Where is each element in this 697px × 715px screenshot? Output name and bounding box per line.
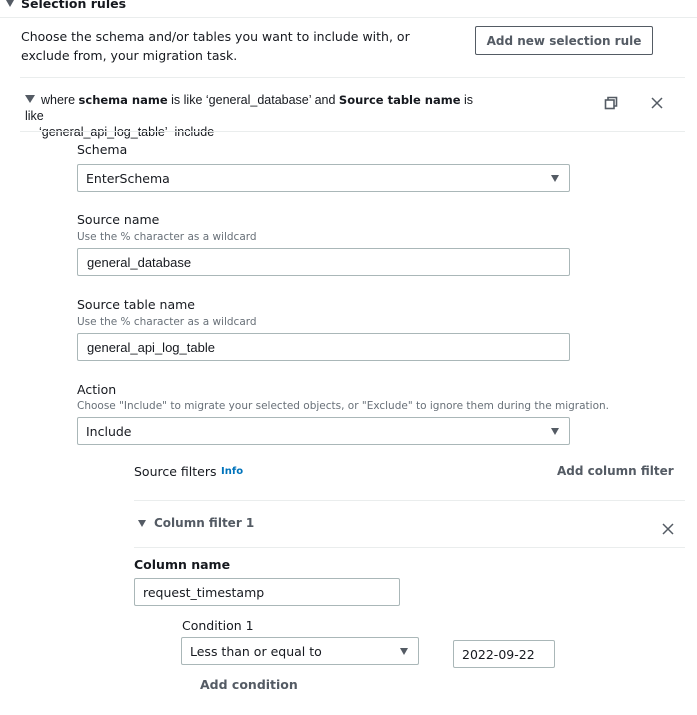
column-filter-1-header[interactable]: Column filter 1 xyxy=(138,516,254,530)
condition-value-input[interactable]: 2022-09-22 xyxy=(453,640,555,668)
copy-icon[interactable] xyxy=(604,96,618,110)
divider xyxy=(134,547,685,548)
source-table-name-hint: Use the % character as a wildcard xyxy=(77,316,257,328)
source-table-name-input[interactable]: general_api_log_table xyxy=(77,333,570,361)
source-filters-label: Source filters xyxy=(134,464,217,479)
column-name-input[interactable]: request_timestamp xyxy=(134,578,400,606)
add-column-filter-button[interactable]: Add column filter xyxy=(557,464,674,478)
caret-down-icon xyxy=(6,0,14,7)
caret-down-icon xyxy=(551,427,559,435)
schema-label: Schema xyxy=(77,142,128,157)
close-icon[interactable] xyxy=(661,522,675,536)
info-link[interactable]: Info xyxy=(221,466,243,477)
source-name-label: Source name xyxy=(77,212,160,227)
close-icon[interactable] xyxy=(650,96,664,110)
divider xyxy=(20,77,685,78)
source-table-name-label: Source table name xyxy=(77,297,195,312)
column-name-label: Column name xyxy=(134,557,231,572)
caret-down-icon xyxy=(25,95,35,103)
caret-down-icon xyxy=(551,174,559,182)
add-condition-button[interactable]: Add condition xyxy=(200,677,298,692)
schema-select[interactable]: EnterSchema xyxy=(77,164,570,192)
caret-down-icon xyxy=(400,647,408,655)
condition-label: Condition 1 xyxy=(182,618,254,633)
section-title: Selection rules xyxy=(21,0,127,11)
add-new-selection-rule-button[interactable]: Add new selection rule xyxy=(475,26,653,55)
schema-key: schema name xyxy=(78,93,168,107)
caret-down-icon xyxy=(138,519,146,527)
condition-operator-select[interactable]: Less than or equal to xyxy=(181,637,419,665)
divider xyxy=(20,131,685,132)
action-select[interactable]: Include xyxy=(77,417,570,445)
divider xyxy=(0,17,697,18)
selection-rules-header[interactable]: Selection rules xyxy=(6,0,126,11)
rule-summary[interactable]: where schema name is like ‘general_datab… xyxy=(25,92,495,140)
divider xyxy=(134,500,685,501)
source-name-hint: Use the % character as a wildcard xyxy=(77,231,257,243)
action-hint: Choose "Include" to migrate your selecte… xyxy=(77,400,610,412)
section-description: Choose the schema and/or tables you want… xyxy=(21,29,410,63)
table-key: Source table name xyxy=(338,93,461,107)
action-label: Action xyxy=(77,382,117,397)
rule-summary-line2: ‘general_api_log_table’ include xyxy=(39,125,215,139)
source-name-input[interactable]: general_database xyxy=(77,248,570,276)
